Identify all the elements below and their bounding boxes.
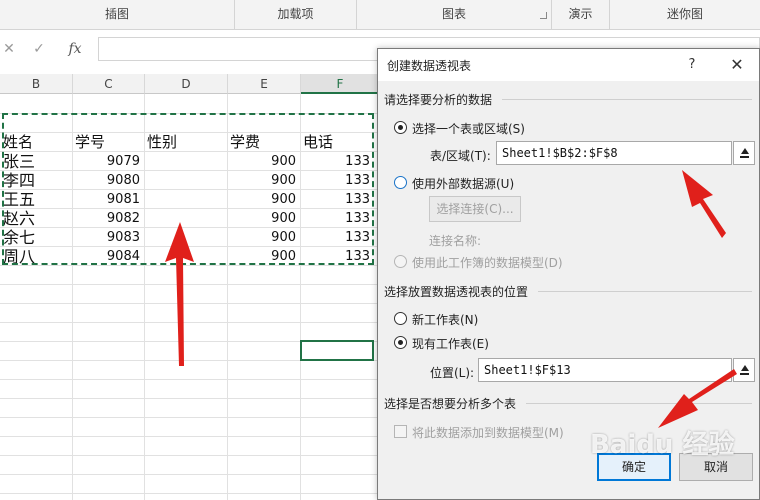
- gridline: [0, 322, 380, 323]
- choose-connection-button[interactable]: 选择连接(C)...: [429, 196, 521, 222]
- ribbon-group-labels: 插图 加载项 图表 演示 迷你图: [0, 0, 760, 30]
- dialog-launcher-icon[interactable]: [540, 12, 547, 19]
- ribbon-group-charts[interactable]: 图表: [357, 0, 552, 29]
- selection-marquee: [2, 113, 374, 265]
- gridline: [0, 474, 380, 475]
- cancel-icon[interactable]: ✕: [0, 36, 18, 62]
- section-choose-data: 请选择要分析的数据: [384, 93, 493, 107]
- column-header-d[interactable]: D: [145, 74, 228, 94]
- gridline: [0, 379, 380, 380]
- radio-new-sheet[interactable]: [394, 312, 407, 325]
- add-to-data-model-checkbox[interactable]: [394, 425, 407, 438]
- collapse-range-icon-bar: [740, 156, 749, 158]
- ribbon-group-charts-label: 图表: [441, 7, 466, 21]
- collapse-range-icon: [741, 148, 749, 154]
- column-header-c[interactable]: C: [73, 74, 145, 94]
- ribbon-group-illustrations[interactable]: 插图: [0, 0, 235, 29]
- gridline: [0, 284, 380, 285]
- section-divider: [526, 403, 752, 404]
- table-range-label: 表/区域(T):: [430, 149, 491, 163]
- radio-data-model[interactable]: [394, 255, 407, 268]
- column-header-f[interactable]: F: [301, 74, 380, 94]
- location-label: 位置(L):: [430, 366, 475, 380]
- collapse-location-icon: [741, 365, 749, 371]
- enter-icon[interactable]: ✓: [28, 36, 50, 62]
- gridline: [0, 436, 380, 437]
- location-input[interactable]: Sheet1!$F$13: [478, 358, 732, 382]
- column-header-b[interactable]: B: [0, 74, 73, 94]
- gridline: [0, 493, 380, 494]
- collapse-location-icon-bar: [740, 373, 749, 375]
- radio-table-range-label[interactable]: 选择一个表或区域(S): [412, 120, 525, 137]
- radio-table-range[interactable]: [394, 121, 407, 134]
- radio-external-source-label[interactable]: 使用外部数据源(U): [412, 175, 514, 192]
- add-to-data-model-label[interactable]: 将此数据添加到数据模型(M): [412, 424, 564, 441]
- gridline: [0, 303, 380, 304]
- radio-existing-sheet-label[interactable]: 现有工作表(E): [412, 335, 489, 352]
- radio-existing-sheet[interactable]: [394, 336, 407, 349]
- column-header-e[interactable]: E: [228, 74, 301, 94]
- ribbon-group-addins[interactable]: 加载项: [235, 0, 357, 29]
- baidu-watermark: Baidu 经验: [590, 430, 735, 460]
- section-divider: [502, 99, 752, 100]
- radio-new-sheet-label[interactable]: 新工作表(N): [412, 311, 478, 328]
- collapse-location-button[interactable]: [733, 358, 755, 382]
- help-icon[interactable]: ?: [682, 55, 702, 75]
- insert-function-icon[interactable]: fx: [62, 36, 88, 62]
- collapse-range-button[interactable]: [733, 141, 755, 165]
- gridline: [0, 398, 380, 399]
- connection-name-label: 连接名称:: [429, 234, 482, 248]
- section-divider: [538, 291, 752, 292]
- dialog-title-bar[interactable]: 创建数据透视表 ? ✕: [378, 49, 759, 81]
- ribbon-group-sparklines[interactable]: 迷你图: [610, 0, 760, 29]
- section-multiple-tables: 选择是否想要分析多个表: [384, 397, 517, 411]
- section-placement: 选择放置数据透视表的位置: [384, 285, 529, 299]
- active-cell[interactable]: [300, 340, 374, 361]
- table-range-input[interactable]: Sheet1!$B$2:$F$8: [496, 141, 732, 165]
- gridline: [0, 417, 380, 418]
- gridline: [0, 455, 380, 456]
- dialog-title: 创建数据透视表: [387, 59, 472, 73]
- radio-external-source[interactable]: [394, 176, 407, 189]
- close-icon[interactable]: ✕: [727, 55, 747, 75]
- ribbon-group-tours[interactable]: 演示: [552, 0, 610, 29]
- radio-data-model-label[interactable]: 使用此工作簿的数据模型(D): [412, 254, 563, 271]
